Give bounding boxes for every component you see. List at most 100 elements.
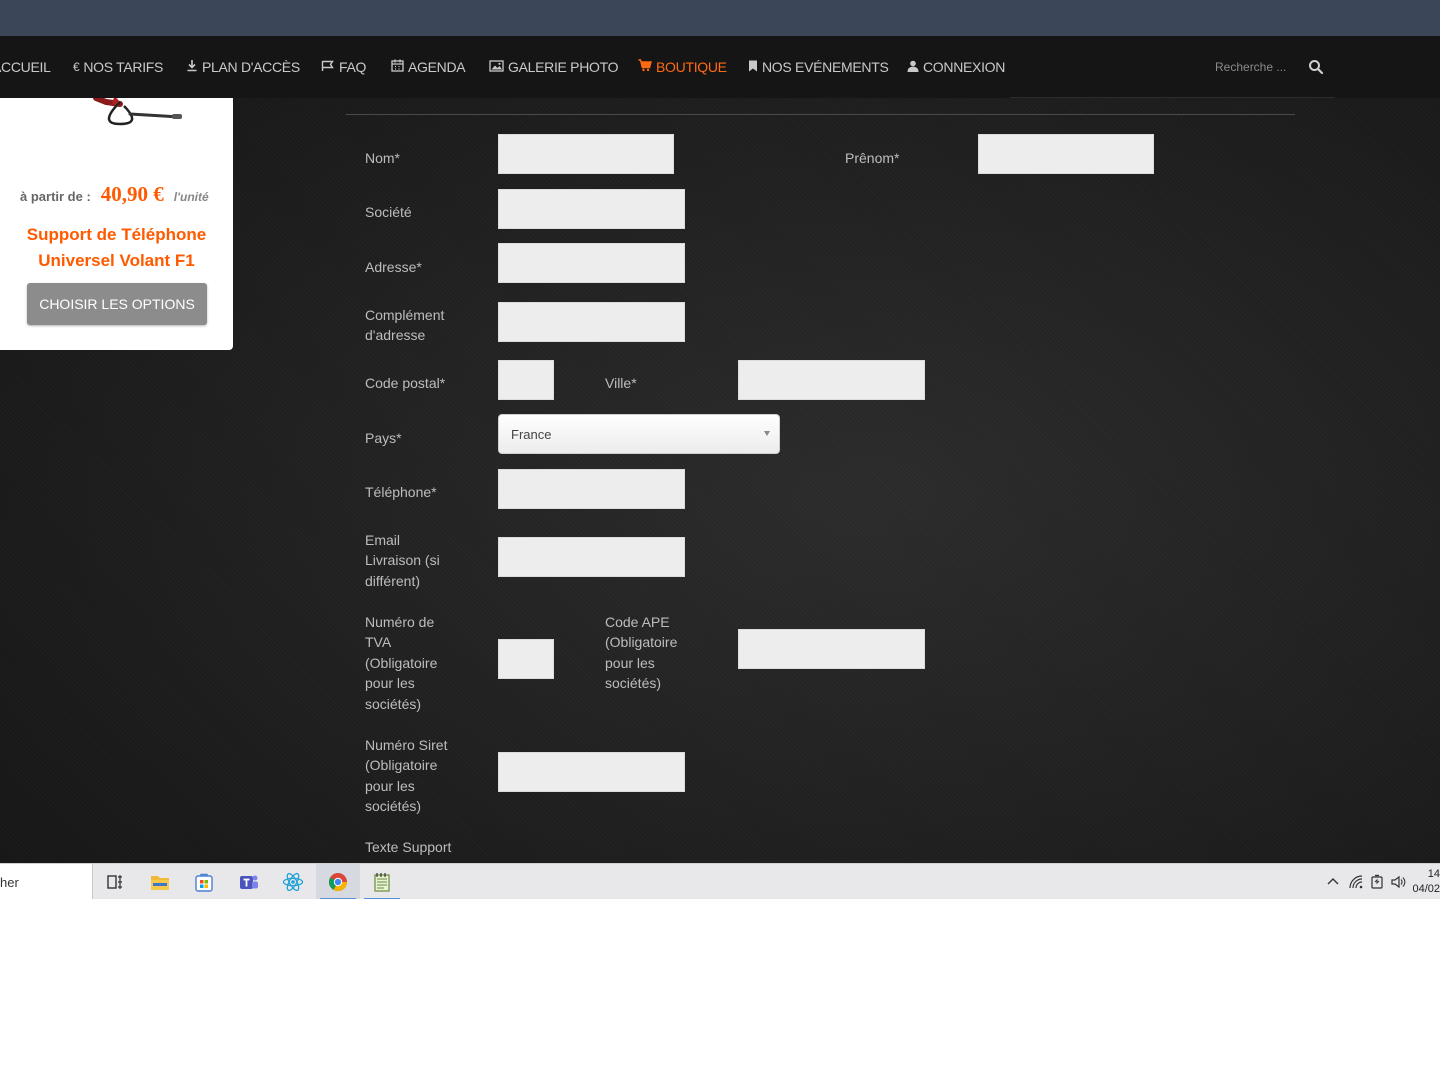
main-navbar: ACCUEIL € NOS TARIFS PLAN D'ACCÈS FAQ AG… (0, 36, 1440, 98)
task-view-icon[interactable] (93, 864, 137, 899)
image-icon (489, 59, 504, 75)
nav-item-agenda[interactable]: AGENDA (391, 58, 466, 76)
nav-item-accueil[interactable]: ACCUEIL (0, 58, 51, 76)
email-livraison-input[interactable] (498, 537, 685, 577)
calendar-icon (391, 59, 404, 75)
complement-label-line: d'adresse (365, 327, 426, 344)
react-icon[interactable] (271, 864, 315, 899)
email-label-line: différent) (365, 572, 420, 589)
complement-label-line: Complément (365, 307, 445, 323)
clock-time: 14 (1427, 868, 1440, 880)
tva-input[interactable] (498, 639, 554, 679)
chrome-icon[interactable] (316, 864, 360, 899)
ape-label-line: Code APE (605, 614, 670, 630)
nav-item-label: NOS TARIFS (83, 59, 164, 75)
siret-label-line: Numéro Siret (365, 737, 448, 753)
taskbar-clock[interactable]: 14 04/02 (1412, 867, 1440, 897)
nav-item-boutique[interactable]: BOUTIQUE (638, 58, 727, 76)
teams-icon[interactable] (227, 864, 271, 899)
adresse-label: Adresse* (365, 259, 422, 275)
siret-input[interactable] (498, 752, 685, 792)
nav-item-label: ACCUEIL (0, 59, 51, 75)
telephone-input[interactable] (498, 469, 685, 509)
nav-item-label: BOUTIQUE (656, 59, 727, 75)
societe-label: Société (365, 204, 412, 220)
battery-icon[interactable] (1369, 874, 1385, 890)
siret-label-line: (Obligatoire (365, 757, 438, 774)
bookmark-icon (748, 60, 758, 75)
browser-strip (0, 0, 1440, 36)
nav-item-galerie-photo[interactable]: GALERIE PHOTO (489, 58, 619, 76)
code-postal-input[interactable] (498, 360, 554, 400)
tva-label: Numéro de TVA (Obligatoire pour les soci… (365, 612, 437, 714)
euro-icon: € (73, 60, 80, 74)
product-title[interactable]: Support de Téléphone Universel Volant F1 (0, 222, 233, 274)
chevron-up-icon[interactable] (1325, 874, 1341, 890)
nav-item-nos-tarifs[interactable]: € NOS TARIFS (73, 58, 163, 76)
tva-label-line: Numéro de (365, 614, 435, 630)
windows-taskbar: her 14 04/02 (0, 863, 1440, 899)
pays-label: Pays* (365, 430, 402, 446)
price-value: 40,90 € (100, 182, 164, 206)
country-select[interactable]: France (498, 414, 780, 454)
ape-label-line: sociétés) (605, 675, 662, 692)
store-icon[interactable] (182, 864, 226, 899)
nav-item-connexion[interactable]: CONNEXION (907, 58, 1005, 76)
taskbar-search[interactable]: her (0, 864, 93, 899)
ape-input[interactable] (738, 629, 925, 669)
societe-input[interactable] (498, 189, 685, 229)
volume-icon[interactable] (1390, 874, 1406, 890)
prenom-input[interactable] (978, 134, 1154, 174)
price-prefix: à partir de : (20, 189, 91, 204)
product-title-line: Support de Téléphone (26, 225, 207, 244)
prenom-label: Prênom* (845, 150, 900, 166)
ville-label: Ville* (605, 375, 637, 391)
file-explorer-icon[interactable] (138, 864, 182, 899)
nav-item-faq[interactable]: FAQ (321, 58, 366, 76)
price-row: à partir de : 40,90 € l'unité (20, 182, 230, 208)
ape-label: Code APE (Obligatoire pour les sociétés) (605, 612, 677, 694)
nav-item-label: GALERIE PHOTO (508, 59, 619, 75)
nav-item-label: CONNEXION (923, 59, 1006, 75)
complement-label: Complément d'adresse (365, 305, 444, 346)
product-title-line: Universel Volant F1 (38, 251, 195, 270)
nav-item-label: PLAN D'ACCÈS (202, 59, 300, 75)
nav-item-plan-acces[interactable]: PLAN D'ACCÈS (186, 58, 300, 76)
country-select-value: France (511, 427, 552, 442)
siret-label-line: sociétés) (365, 798, 422, 815)
tva-label-line: sociétés) (365, 695, 422, 712)
search-input[interactable] (1205, 53, 1300, 81)
form-divider (346, 114, 1295, 115)
product-image[interactable] (60, 95, 200, 132)
siret-label-line: pour les (365, 777, 415, 794)
complement-input[interactable] (498, 302, 685, 342)
wifi-icon[interactable] (1348, 874, 1364, 890)
flag-icon (321, 60, 335, 75)
siret-label: Numéro Siret (Obligatoire pour les socié… (365, 735, 447, 817)
nav-item-label: FAQ (339, 59, 367, 75)
clock-date: 04/02 (1412, 883, 1440, 895)
ape-label-line: pour les (605, 654, 655, 671)
email-livraison-label: Email Livraison (si différent) (365, 530, 440, 591)
nom-input[interactable] (498, 134, 674, 174)
email-label-line: Livraison (si (365, 552, 440, 569)
choose-options-button[interactable]: CHOISIR LES OPTIONS (27, 283, 207, 325)
ape-label-line: (Obligatoire (605, 634, 678, 651)
search-icon[interactable] (1308, 59, 1324, 75)
product-card: à partir de : 40,90 € l'unité Support de… (0, 95, 233, 350)
nav-item-label: NOS EVÉNEMENTS (762, 59, 889, 75)
telephone-label: Téléphone* (365, 484, 437, 500)
navbar-divider (1010, 97, 1335, 98)
tva-label-line: (Obligatoire (365, 654, 438, 671)
ville-input[interactable] (738, 360, 925, 400)
screen: ACCUEIL € NOS TARIFS PLAN D'ACCÈS FAQ AG… (0, 0, 1440, 899)
nom-label: Nom* (365, 150, 401, 166)
nav-item-label: AGENDA (408, 59, 466, 75)
notepad-icon[interactable] (360, 864, 404, 899)
texte-support-label: Texte Support (365, 839, 452, 855)
chevron-down-icon (764, 431, 770, 436)
nav-item-nos-evenements[interactable]: NOS EVÉNEMENTS (748, 58, 889, 76)
adresse-input[interactable] (498, 243, 685, 283)
user-icon (907, 60, 919, 75)
tva-label-line: TVA (365, 634, 392, 651)
